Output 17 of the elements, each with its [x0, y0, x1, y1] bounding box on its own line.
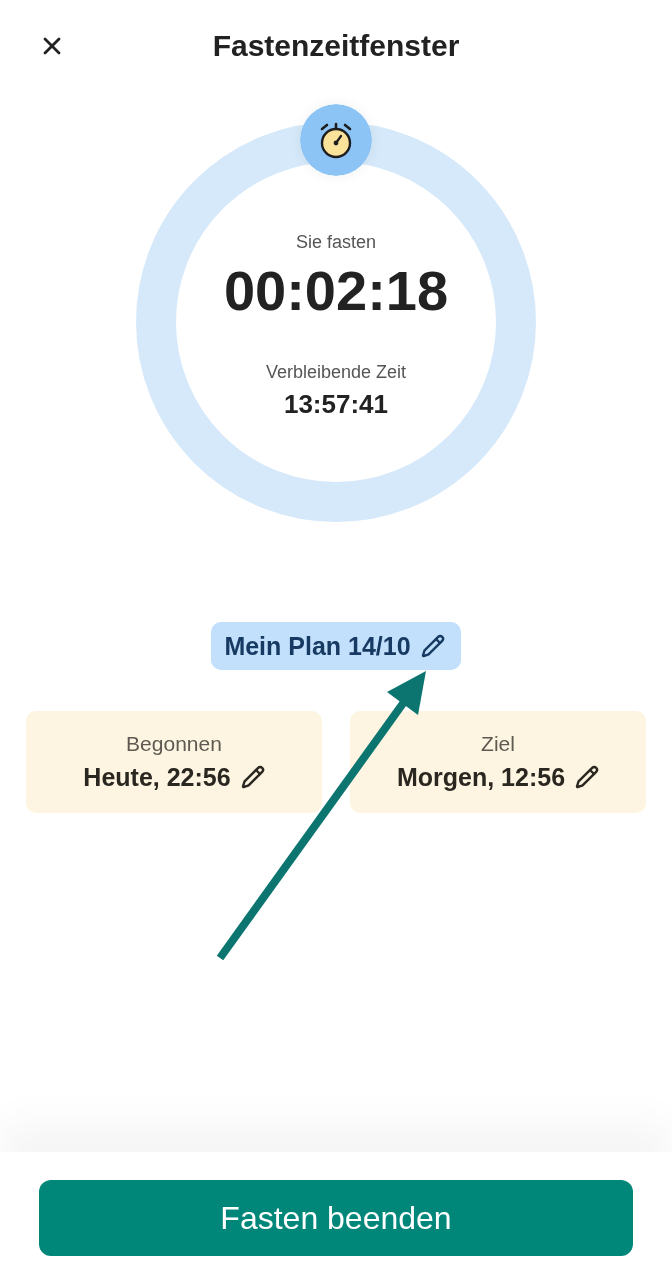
pencil-icon [575, 765, 600, 789]
time-card[interactable]: Ziel Morgen, 12:56 [350, 711, 646, 813]
plan-button[interactable]: Mein Plan 14/10 [211, 622, 461, 670]
alarm-clock-icon [300, 104, 372, 176]
time-card[interactable]: Begonnen Heute, 22:56 [26, 711, 322, 813]
end-fasting-button[interactable]: Fasten beenden [39, 1180, 633, 1256]
fasting-status-label: Sie fasten [295, 231, 377, 253]
pencil-icon [240, 765, 265, 789]
time-value: Heute, 22:56 [83, 762, 231, 792]
time-label: Ziel [481, 732, 515, 756]
elapsed-time: 00:02:18 [223, 259, 449, 323]
screen-title: Fastenzeitfenster [211, 29, 461, 63]
time-label: Begonnen [126, 732, 222, 756]
remaining-time: 13:57:41 [283, 389, 389, 419]
time-value: Morgen, 12:56 [396, 762, 566, 792]
pencil-icon [420, 634, 445, 658]
remaining-time-label: Verbleibende Zeit [265, 361, 407, 383]
